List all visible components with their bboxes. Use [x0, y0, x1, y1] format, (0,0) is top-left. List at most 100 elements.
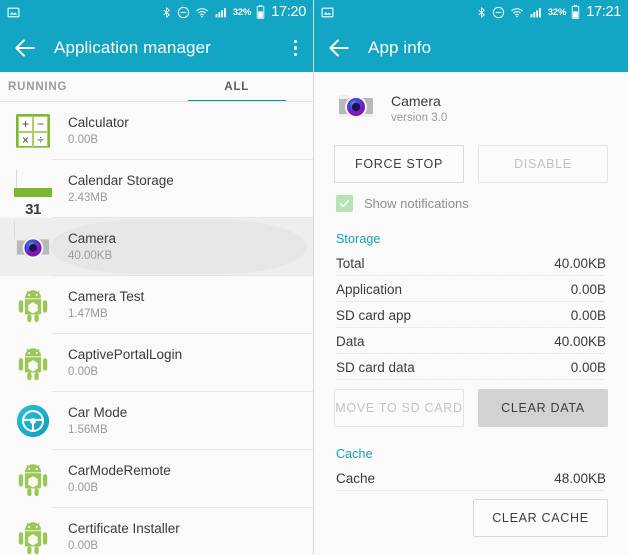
- list-item-camera[interactable]: Camera 40.00KB: [0, 218, 313, 276]
- table-row: Data 40.00KB: [336, 328, 606, 354]
- image-icon: [7, 6, 20, 19]
- app-list: + − × ÷ Calculator 0.00B 31 Calendar Sto…: [0, 102, 313, 555]
- cache-action-row: CLEAR CACHE: [314, 491, 628, 537]
- list-item[interactable]: Certificate Installer 0.00B: [0, 508, 313, 555]
- do-not-disturb-icon: [492, 6, 505, 19]
- app-size: 0.00B: [68, 366, 99, 378]
- row-value: 0.00B: [570, 308, 606, 323]
- row-label: Total: [336, 256, 365, 271]
- calculator-icon: + − × ÷: [14, 112, 52, 150]
- camera-icon: [336, 86, 376, 131]
- app-header: Camera version 3.0: [314, 72, 628, 141]
- camera-icon: [14, 228, 52, 266]
- tab-bar: RUNNING ALL: [0, 72, 313, 102]
- table-row: Total 40.00KB: [336, 250, 606, 276]
- list-item[interactable]: CaptivePortalLogin 0.00B: [0, 334, 313, 392]
- force-stop-button[interactable]: FORCE STOP: [334, 145, 464, 183]
- calc-minus: −: [33, 116, 48, 132]
- app-version: version 3.0: [391, 112, 448, 124]
- status-bar-clock: 17:21: [586, 4, 621, 20]
- calendar-icon: 31: [14, 169, 52, 239]
- app-name: CarModeRemote: [68, 463, 171, 478]
- app-size: 0.00B: [68, 482, 99, 494]
- list-item[interactable]: Camera Test 1.47MB: [0, 276, 313, 334]
- row-label: Application: [336, 282, 403, 297]
- app-name: Car Mode: [68, 405, 128, 420]
- back-arrow-icon[interactable]: [326, 35, 352, 61]
- wifi-icon: [510, 6, 524, 19]
- app-bar-left: Application manager: [0, 24, 313, 72]
- back-arrow-icon[interactable]: [12, 35, 38, 61]
- battery-icon: [256, 5, 265, 19]
- row-value: 40.00KB: [554, 256, 606, 271]
- row-label: Data: [336, 334, 365, 349]
- row-label: Cache: [336, 471, 376, 486]
- app-bar-right: App info: [314, 24, 628, 72]
- app-name: Camera: [68, 231, 117, 246]
- cache-list: Cache 48.00KB: [314, 465, 628, 491]
- battery-percent-label: 32%: [232, 6, 252, 18]
- bluetooth-icon: [161, 6, 172, 19]
- image-icon: [321, 6, 334, 19]
- tab-all[interactable]: ALL: [161, 72, 314, 102]
- app-size: 2.43MB: [68, 192, 108, 204]
- status-bar-clock: 17:20: [271, 4, 306, 20]
- cache-section-header: Cache: [336, 447, 373, 461]
- dual-screenshot-container: 32% 17:20 Application manager RUNNING AL…: [0, 0, 628, 555]
- show-notifications-row[interactable]: Show notifications: [314, 183, 628, 212]
- app-name: Calendar Storage: [68, 173, 174, 188]
- table-row: SD card app 0.00B: [336, 302, 606, 328]
- show-notifications-checkbox[interactable]: [336, 195, 353, 212]
- app-name: Calculator: [68, 115, 129, 130]
- overflow-menu-icon[interactable]: [290, 36, 302, 61]
- row-label: SD card data: [336, 360, 415, 375]
- disable-button: DISABLE: [478, 145, 608, 183]
- list-item[interactable]: 31 Calendar Storage 2.43MB: [0, 160, 313, 239]
- table-row: Application 0.00B: [336, 276, 606, 302]
- list-item[interactable]: Car Mode 1.56MB: [0, 392, 313, 450]
- app-size: 0.00B: [68, 134, 99, 146]
- row-value: 0.00B: [570, 360, 606, 375]
- row-value: 40.00KB: [554, 334, 606, 349]
- row-value: 0.00B: [570, 282, 606, 297]
- app-name: Certificate Installer: [68, 521, 180, 536]
- page-title: App info: [368, 38, 432, 57]
- app-info-content: Camera version 3.0 FORCE STOP DISABLE Sh…: [314, 72, 628, 555]
- list-item[interactable]: CarModeRemote 0.00B: [0, 450, 313, 508]
- storage-action-row: MOVE TO SD CARD CLEAR DATA: [314, 380, 628, 427]
- clear-cache-button[interactable]: CLEAR CACHE: [473, 499, 608, 537]
- clear-data-button[interactable]: CLEAR DATA: [478, 389, 608, 427]
- app-info-screen: 32% 17:21 App info Camera version 3.0 FO…: [314, 0, 628, 555]
- row-value: 48.00KB: [554, 471, 606, 486]
- application-manager-screen: 32% 17:20 Application manager RUNNING AL…: [0, 0, 314, 555]
- do-not-disturb-icon: [177, 6, 190, 19]
- calc-plus: +: [18, 116, 33, 132]
- android-icon: [14, 518, 52, 555]
- move-to-sd-card-button: MOVE TO SD CARD: [334, 389, 464, 427]
- status-bar-right: 32% 17:21: [314, 0, 628, 24]
- signal-icon: [529, 6, 543, 19]
- car-mode-icon: [14, 402, 52, 440]
- android-icon: [14, 460, 52, 498]
- app-size: 40.00KB: [68, 250, 113, 262]
- app-name: Camera: [391, 93, 441, 109]
- bluetooth-icon: [476, 6, 487, 19]
- battery-icon: [571, 5, 580, 19]
- storage-list: Total 40.00KB Application 0.00B SD card …: [314, 250, 628, 380]
- storage-section-header: Storage: [336, 232, 381, 246]
- list-item[interactable]: + − × ÷ Calculator 0.00B: [0, 102, 313, 160]
- show-notifications-label: Show notifications: [364, 196, 469, 211]
- signal-icon: [214, 6, 228, 19]
- battery-percent-label: 32%: [547, 6, 567, 18]
- page-title: Application manager: [54, 38, 211, 57]
- android-icon: [14, 286, 52, 324]
- table-row: Cache 48.00KB: [336, 465, 606, 491]
- app-name: CaptivePortalLogin: [68, 347, 183, 362]
- app-name: Camera Test: [68, 289, 145, 304]
- calendar-day-label: 31: [25, 200, 41, 218]
- status-bar-left: 32% 17:20: [0, 0, 313, 24]
- app-size: 1.47MB: [68, 308, 108, 320]
- table-row: SD card data 0.00B: [336, 354, 606, 380]
- tab-running[interactable]: RUNNING: [0, 72, 161, 102]
- calc-divide: ÷: [33, 132, 48, 148]
